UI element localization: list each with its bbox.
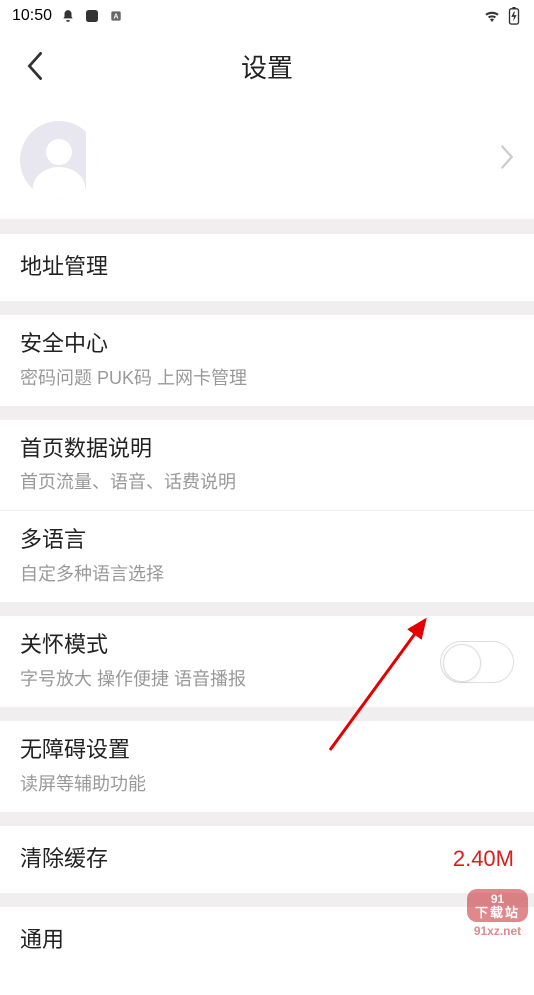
item-language[interactable]: 多语言 自定多种语言选择 (0, 510, 534, 602)
item-title: 清除缓存 (20, 844, 514, 875)
item-accessibility[interactable]: 无障碍设置 读屏等辅助功能 (0, 721, 534, 812)
back-button[interactable] (20, 51, 50, 81)
item-subtitle: 密码问题 PUK码 上网卡管理 (20, 364, 514, 390)
item-title: 首页数据说明 (20, 434, 514, 465)
chevron-right-icon (500, 145, 514, 174)
profile-row[interactable] (0, 100, 534, 220)
battery-icon (506, 8, 522, 24)
item-title: 通用 (20, 925, 514, 956)
item-subtitle: 读屏等辅助功能 (20, 770, 514, 796)
item-address[interactable]: 地址管理 (0, 234, 534, 301)
item-care-mode: 关怀模式 字号放大 操作便捷 语音播报 (0, 616, 534, 707)
item-title: 无障碍设置 (20, 735, 514, 766)
chevron-left-icon (26, 52, 44, 80)
page-title: 设置 (0, 48, 534, 85)
care-mode-toggle[interactable] (440, 641, 514, 683)
notification-icon (60, 8, 76, 24)
cache-size-value: 2.40M (453, 846, 514, 872)
app-icon (84, 8, 100, 24)
item-subtitle: 首页流量、语音、话费说明 (20, 468, 514, 494)
item-subtitle: 字号放大 操作便捷 语音播报 (20, 665, 514, 691)
avatar (20, 121, 98, 199)
status-bar: 10:50 A (0, 0, 534, 32)
watermark-cn: 下载站 (475, 906, 520, 920)
watermark: 91 下载站 91xz.net (467, 889, 528, 938)
item-title: 多语言 (20, 525, 514, 556)
item-general[interactable]: 通用 (0, 907, 534, 995)
item-subtitle: 自定多种语言选择 (20, 560, 514, 586)
watermark-num: 91 (475, 893, 520, 906)
status-time: 10:50 (12, 7, 52, 25)
wifi-icon (484, 8, 500, 24)
badge-icon: A (108, 8, 124, 24)
item-title: 安全中心 (20, 329, 514, 360)
page-header: 设置 (0, 32, 534, 100)
item-homedata[interactable]: 首页数据说明 首页流量、语音、话费说明 (0, 420, 534, 511)
item-security[interactable]: 安全中心 密码问题 PUK码 上网卡管理 (0, 315, 534, 406)
watermark-url: 91xz.net (467, 924, 528, 938)
svg-text:A: A (114, 13, 119, 20)
item-clear-cache[interactable]: 清除缓存 2.40M (0, 826, 534, 893)
item-title: 地址管理 (20, 252, 514, 283)
